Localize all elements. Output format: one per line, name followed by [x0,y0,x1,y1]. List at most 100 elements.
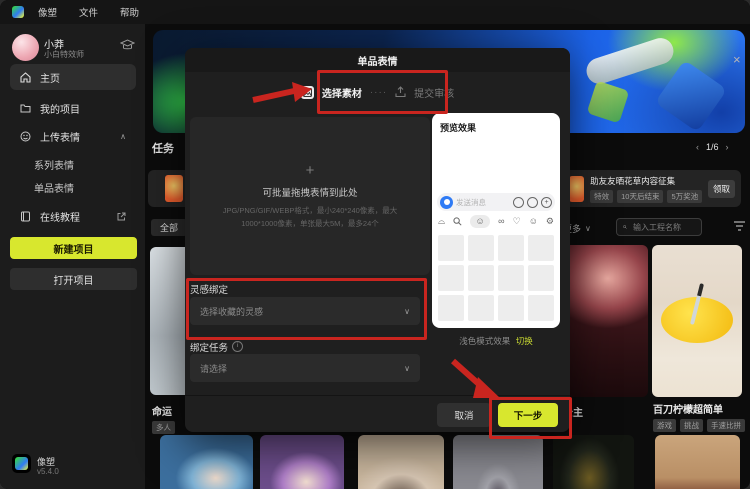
section-title: 任务 [152,140,174,156]
sidebar-item-series-emoji[interactable]: 系列表情 [34,157,74,172]
banner-illustration [583,35,677,88]
filter-all-tab[interactable]: 全部 [151,219,187,236]
inspiration-label: 灵感绑定 [190,282,228,296]
upload-dropzone[interactable]: + 可批量拖拽表情到此处 JPG/PNG/GIF/WEBP格式，最小240*24… [190,117,430,275]
sidebar: 小莽 小白特效师 主页 我的项目 上传表情 ∧ 系列表情 单品表情 在线教程 新… [0,24,145,489]
sidebar-item-label: 上传表情 [40,129,80,144]
app-window: 像塑 文件 帮助 小莽 小白特效师 主页 我的项目 上传表情 ∧ 系列表情 单品… [0,0,750,489]
project-tag: 多人 [152,421,175,434]
sidebar-item-tutorial[interactable]: 在线教程 [10,203,136,229]
project-thumbnail[interactable] [160,435,253,489]
project-tag: 手速比拼 [707,419,745,432]
plus-icon: + [306,162,315,179]
emoji-icon [20,131,31,142]
task-thumbnail [569,176,584,202]
chevron-down-icon: ∨ [585,224,591,233]
switch-mode-link[interactable]: 切换 [516,336,533,346]
project-thumbnail[interactable] [453,435,543,489]
voice-circle-icon [527,197,538,208]
sidebar-item-home[interactable]: 主页 [10,64,136,90]
project-thumbnail[interactable] [652,245,742,397]
task-card[interactable]: 助友友晒花草内容征集 特效 10天后结束 5万奖池 领取 [563,170,741,207]
gear-icon: ⚙ [546,217,554,226]
bind-task-label: 绑定任务 [190,340,228,354]
claim-button[interactable]: 领取 [708,180,735,198]
project-tag: 游戏 [653,419,676,432]
select-placeholder: 请选择 [200,362,227,375]
send-avatar-icon [440,196,453,209]
project-search[interactable] [616,218,702,236]
project-tag: 挑战 [680,419,703,432]
menu-file[interactable]: 文件 [79,5,98,19]
sticker-grid-placeholder [438,235,554,321]
sidebar-item-single-emoji[interactable]: 单品表情 [34,180,74,195]
banner-illustration [655,60,727,132]
chat-input-mock: 发送消息 + [437,193,555,211]
page-indicator: 1/6 [706,142,719,152]
step-separator: ···· [370,87,387,98]
app-version: v5.4.0 [37,467,59,476]
external-link-icon [117,212,126,221]
task-card-clipped[interactable] [148,170,185,207]
menu-help[interactable]: 帮助 [120,5,139,19]
image-icon [301,86,314,99]
search-input[interactable] [631,222,695,233]
sticker-toolbar-mock: ⌓ ☺ ∞ ♡ ☺ ⚙ [438,215,554,228]
upload-icon [395,86,406,98]
dropzone-hint: JPG/PNG/GIF/WEBP格式，最小240*240像素，最大1000*10… [190,205,430,230]
step-select-material[interactable]: 选择素材 [322,85,362,100]
project-thumbnail[interactable] [150,247,185,395]
mode-note: 浅色模式效果 切换 [432,335,560,347]
new-project-button[interactable]: 新建项目 [10,237,137,259]
emoji-circle-icon [513,197,524,208]
user-role: 小白特效师 [44,49,84,60]
app-titlebar: 像塑 文件 帮助 [0,0,750,24]
smiley-icon: ☺ [476,217,485,226]
next-icon[interactable]: › [726,142,729,152]
sidebar-item-label: 主页 [40,70,60,85]
chevron-down-icon: ∨ [404,307,410,316]
single-emoji-dialog: 单品表情 × 选择素材 ···· 提交审核 + 可批量拖拽表情到此处 JPG/P… [185,48,570,432]
close-icon[interactable]: × [733,52,741,67]
menu-app-name[interactable]: 像塑 [38,5,57,19]
project-thumbnail[interactable] [553,435,634,489]
preview-title: 预览效果 [440,121,476,134]
heart-icon: ♡ [513,217,521,226]
mode-text: 浅色模式效果 [459,336,510,346]
avatar[interactable] [12,34,39,61]
app-logo-icon [12,6,24,18]
sidebar-item-projects[interactable]: 我的项目 [10,95,136,121]
project-thumbnail[interactable] [260,435,344,489]
add-circle-icon: + [541,197,552,208]
project-title: 百刀柠檬超简单 [653,401,723,416]
book-icon [20,211,31,222]
bind-task-select[interactable]: 请选择 ∨ [190,354,420,382]
open-project-button[interactable]: 打开项目 [10,268,137,290]
app-logo-icon [12,454,31,473]
task-tag: 特效 [590,190,613,203]
chevron-down-icon: ∨ [404,364,410,373]
sidebar-item-upload-emoji[interactable]: 上传表情 ∧ [10,123,136,149]
link-icon: ∞ [498,217,504,226]
sidebar-item-label: 在线教程 [40,209,80,224]
info-icon[interactable]: i [232,341,243,352]
filter-icon[interactable] [733,220,746,232]
prev-icon[interactable]: ‹ [696,142,699,152]
banner-illustration [587,81,630,124]
next-step-button[interactable]: 下一步 [498,403,558,427]
folder-icon [20,103,31,113]
cancel-button[interactable]: 取消 [437,403,491,427]
task-tag: 5万奖池 [667,190,702,203]
project-thumbnail[interactable] [655,435,740,489]
wizard-steps: 选择素材 ···· 提交审核 [185,74,570,110]
dropzone-title: 可批量拖拽表情到此处 [262,185,357,199]
task-tag: 10天后结束 [617,190,663,203]
dialog-title: 单品表情 [185,48,570,72]
step-submit-review[interactable]: 提交审核 [414,85,454,100]
project-thumbnail[interactable] [358,435,444,489]
search-icon [623,223,627,231]
inspiration-select[interactable]: 选择收藏的灵感 ∨ [190,297,420,325]
preview-panel: 预览效果 发送消息 + ⌓ ☺ ∞ ♡ ☺ ⚙ [432,113,560,328]
project-thumbnail[interactable] [558,245,648,397]
search-icon [453,217,462,226]
